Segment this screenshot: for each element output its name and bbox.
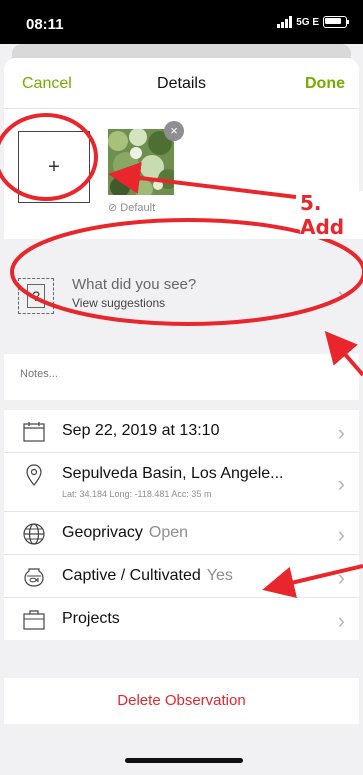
close-icon: ×	[170, 123, 178, 138]
network-label: 5G E	[296, 16, 319, 28]
battery-icon	[323, 16, 349, 28]
check-circle-icon: ⊘	[108, 202, 121, 214]
chevron-right-icon: ›	[337, 471, 345, 496]
annotation-step-label: 5. Add	[300, 191, 363, 239]
globe-icon	[23, 523, 45, 545]
location-meta: Lat: 34.184 Long: -118.481 Acc: 35 m	[62, 489, 212, 499]
location-value: Sepulveda Basin, Los Angele...	[62, 465, 284, 482]
status-right: 5G E	[277, 16, 349, 28]
fishbowl-icon	[24, 568, 44, 587]
captive-text: Captive / Cultivated Yes	[62, 567, 233, 584]
notes-placeholder: Notes...	[20, 368, 58, 380]
signal-icon	[277, 16, 293, 28]
chevron-right-icon: ›	[337, 608, 345, 633]
chevron-right-icon: ›	[337, 565, 345, 590]
captive-row[interactable]: Captive / Cultivated Yes ›	[4, 555, 359, 598]
default-photo-label: ⊘ Default	[108, 202, 156, 214]
view-suggestions-link[interactable]: View suggestions	[72, 296, 165, 310]
geoprivacy-text: Geoprivacy Open	[62, 524, 189, 541]
question-icon: ?	[18, 278, 54, 314]
photo-thumbnail[interactable]	[108, 129, 174, 195]
species-prompt: What did you see?	[72, 276, 197, 293]
plus-icon: +	[48, 155, 60, 178]
chevron-right-icon: ›	[337, 522, 345, 547]
briefcase-icon	[23, 610, 45, 630]
geoprivacy-row[interactable]: Geoprivacy Open ›	[4, 512, 359, 555]
nav-bar: Cancel Details Done	[4, 58, 359, 109]
projects-label: Projects	[62, 610, 120, 627]
chevron-right-icon: ›	[337, 420, 345, 445]
captive-value: Yes	[206, 567, 233, 584]
species-selector[interactable]: ? What did you see? View suggestions ›	[4, 268, 359, 324]
status-time: 08:11	[26, 16, 64, 33]
notes-field[interactable]: Notes...	[4, 354, 359, 400]
screen: 08:11 5G E Cancel Details Done + × ⊘ Def…	[0, 0, 363, 775]
date-value: Sep 22, 2019 at 13:10	[62, 422, 220, 439]
location-row[interactable]: Sepulveda Basin, Los Angele... Lat: 34.1…	[4, 453, 359, 512]
details-sheet: Cancel Details Done + × ⊘ Default ? What…	[4, 58, 359, 775]
done-button[interactable]: Done	[305, 75, 345, 93]
delete-observation-label: Delete Observation	[117, 692, 246, 709]
location-pin-icon	[26, 464, 42, 486]
calendar-icon	[23, 422, 45, 442]
date-row[interactable]: Sep 22, 2019 at 13:10 ›	[4, 410, 359, 453]
details-list: Sep 22, 2019 at 13:10 › Sepulveda Basin,…	[4, 410, 359, 640]
status-bar: 08:11 5G E	[0, 0, 363, 44]
add-photo-button[interactable]: +	[18, 131, 90, 203]
home-indicator	[125, 758, 243, 763]
chevron-right-icon: ›	[337, 282, 345, 307]
projects-row[interactable]: Projects ›	[4, 598, 359, 640]
geoprivacy-value: Open	[148, 524, 189, 541]
remove-photo-button[interactable]: ×	[164, 121, 184, 141]
delete-observation-button[interactable]: Delete Observation	[4, 678, 359, 724]
leaf-photo	[108, 129, 174, 195]
